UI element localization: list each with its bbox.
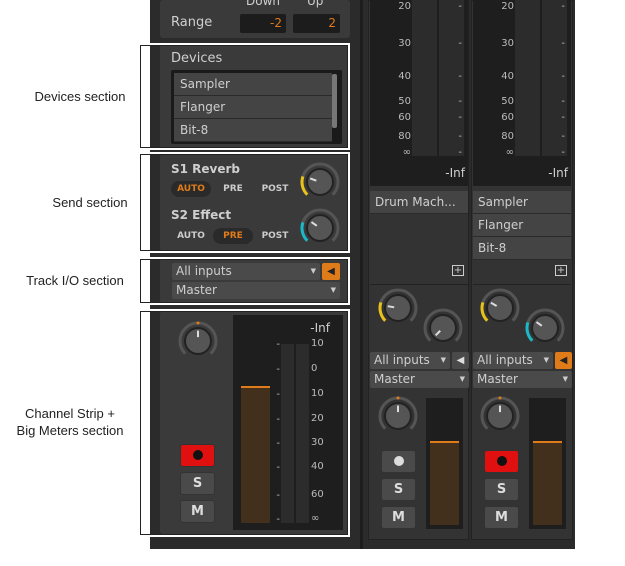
track2-pan-knob[interactable] xyxy=(0,0,625,566)
